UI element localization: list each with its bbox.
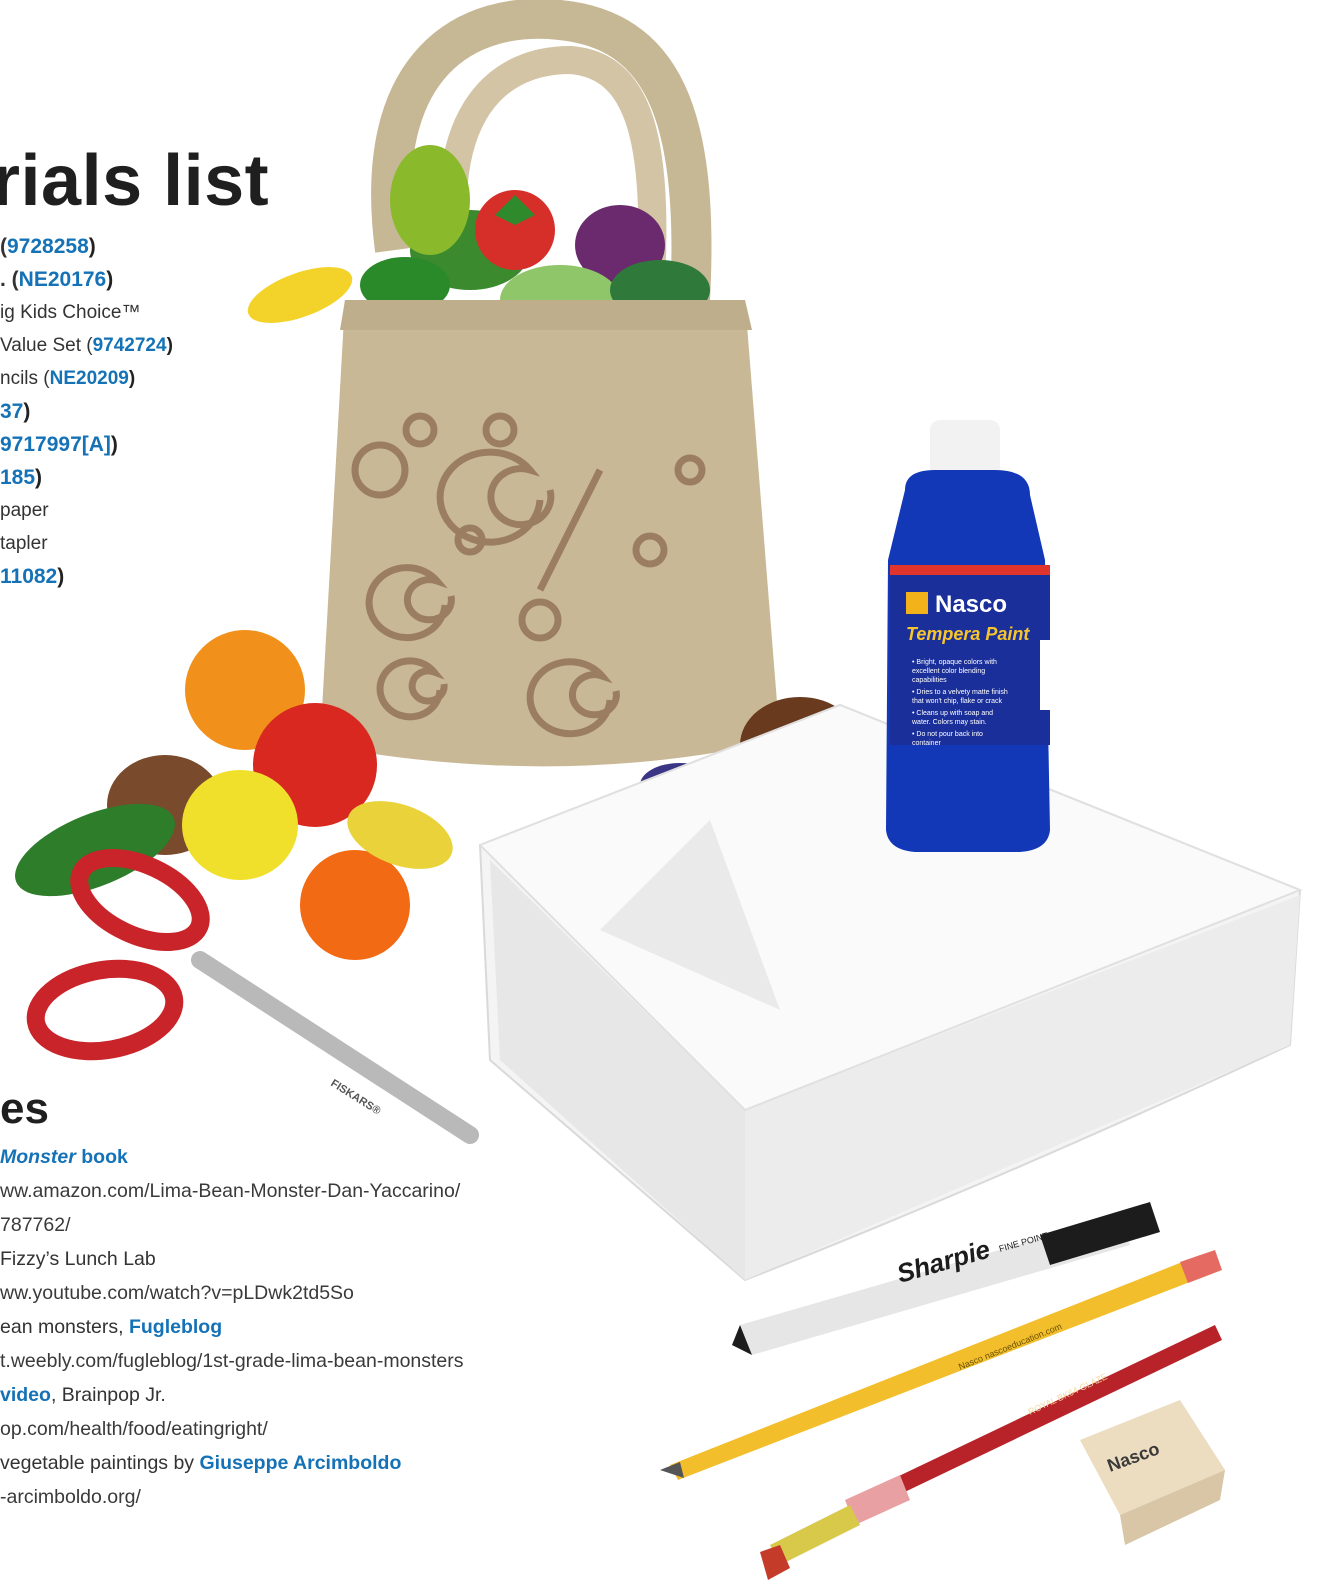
svg-text:that won't chip, flake or crac: that won't chip, flake or crack [912,698,1003,705]
shopping-bag [320,300,780,767]
eraser: Nasco [1080,1400,1225,1545]
svg-text:• Dries to a velvety matte fin: • Dries to a velvety matte finish [912,689,1008,696]
svg-text:excellent color blending: excellent color blending [912,668,985,675]
svg-text:water. Colors may stain.: water. Colors may stain. [911,719,987,726]
svg-text:container: container [912,740,941,747]
orange [300,850,410,960]
svg-text:• Do not pour back into: • Do not pour back into [912,731,983,738]
svg-text:capabilities: capabilities [912,677,947,684]
supplies-illustration: Nasco Tempera Paint • Bright, opaque col… [15,0,1303,1580]
paint-name-label: Tempera Paint [906,624,1030,644]
svg-text:• Cleans up with soap and: • Cleans up with soap and [912,710,993,717]
lemon [182,770,298,880]
paint-bottle: Nasco Tempera Paint • Bright, opaque col… [886,420,1052,852]
paint-brand-label: Nasco [935,591,1007,618]
svg-text:• Bright, opaque colors with: • Bright, opaque colors with [912,659,997,666]
